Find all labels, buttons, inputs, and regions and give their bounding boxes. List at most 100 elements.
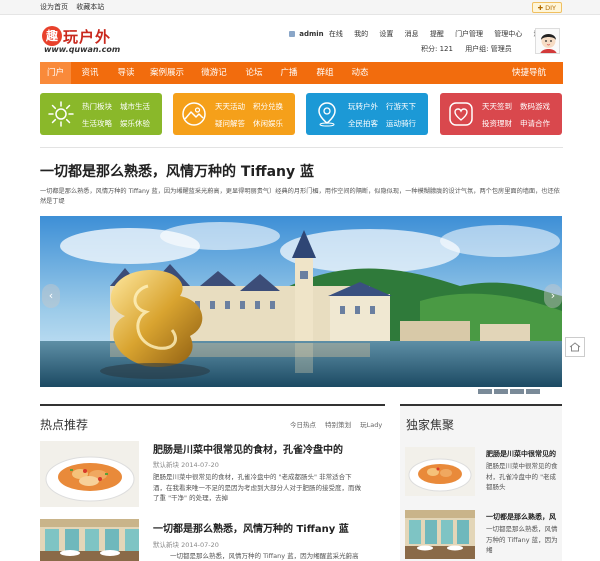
post-excerpt: 一切都是那么熟悉，风情万种的 Tiffany 蓝，因为缃醒蓝采光蔚高 (170, 552, 359, 560)
nav-item-news[interactable]: 资讯 (75, 62, 105, 84)
user-small-avatar-icon (289, 31, 295, 37)
category-link[interactable]: 玩转户外 (348, 101, 378, 112)
side-item-excerpt: 一切都是那么熟悉，风情万种的 Tiffany 蓝，因为缃 (486, 525, 558, 554)
user-points[interactable]: 积分: 121 (421, 45, 453, 53)
slider-prev-button[interactable]: ‹ (42, 284, 60, 308)
side-item-title[interactable]: 肥肠是川菜中很常见的 (486, 449, 556, 459)
username-link[interactable]: admin (299, 30, 323, 38)
category-link[interactable]: 热门板块 (82, 101, 112, 112)
side-thumbnail[interactable] (405, 447, 475, 496)
hot-tabs: 今日热点 特别策划 玩Lady (290, 419, 389, 429)
chevron-right-icon: › (550, 289, 556, 302)
slider-next-button[interactable]: › (544, 284, 562, 308)
category-link[interactable]: 申请合作 (520, 118, 550, 129)
side-item-title[interactable]: 一切都是那么熟悉，风 (486, 512, 556, 522)
bookmark-link[interactable]: 收藏本站 (76, 3, 104, 11)
logo-mark: 趣 (42, 26, 62, 46)
slider-dot[interactable] (478, 389, 492, 394)
hot-section-header: 热点推荐 (40, 404, 385, 432)
set-home-link[interactable]: 设为首页 (40, 3, 68, 11)
nav-item-forum[interactable]: 论坛 (239, 62, 269, 84)
category-box-2: 天天活动 积分兑换 疑问解答 休闲娱乐 (173, 93, 295, 135)
category-box-4: 天天签到 数码游戏 投资理财 申请合作 (440, 93, 562, 135)
category-link[interactable]: 生活攻略 (82, 118, 112, 129)
slider-dot[interactable] (510, 389, 524, 394)
category-link[interactable]: 城市生活 (120, 101, 150, 112)
exclusive-panel: 独家焦聚 肥肠是川菜中很常见的 肥肠是川菜中很常见的食材，孔雀冷盘中的 "老成都… (400, 404, 562, 561)
section-divider (40, 147, 563, 148)
food-image (40, 441, 139, 507)
sun-icon (48, 101, 74, 127)
exclusive-title: 独家焦聚 (406, 418, 455, 432)
restaurant-image (405, 510, 475, 559)
top-bar: 设为首页 收藏本站 ✚ DIY (0, 0, 600, 15)
home-icon (569, 342, 581, 352)
category-box-1: 热门板块 城市生活 生活攻略 娱乐休验 (40, 93, 162, 135)
slider-dot[interactable] (526, 389, 540, 394)
user-menu-reminders[interactable]: 提醒 (430, 30, 444, 38)
user-menu-messages[interactable]: 消息 (405, 30, 419, 38)
heart-icon (449, 102, 473, 126)
category-link[interactable]: 休闲娱乐 (253, 118, 283, 129)
tab-today-hot[interactable]: 今日热点 (290, 421, 316, 429)
site-logo[interactable]: 趣 玩户外 www.quwan.com (42, 26, 128, 54)
user-menu-portal-admin[interactable]: 门户管理 (455, 30, 483, 38)
diy-button[interactable]: ✚ DIY (531, 2, 562, 13)
category-link[interactable]: 天天签到 (482, 101, 512, 112)
restaurant-image (40, 519, 139, 561)
avatar-icon (536, 29, 559, 53)
tab-special[interactable]: 特别策划 (325, 421, 351, 429)
banner-slider[interactable] (40, 216, 562, 387)
tab-lady[interactable]: 玩Lady (360, 421, 382, 429)
nav-item-portal[interactable]: 门户 (40, 62, 71, 84)
slider-dots (462, 379, 542, 398)
category-link[interactable]: 运动骑行 (386, 118, 416, 129)
slider-dot[interactable] (462, 389, 476, 394)
side-thumbnail[interactable] (405, 510, 475, 559)
post-meta: 默认新块 2014-07-20 (153, 541, 219, 549)
post-meta: 默认新块 2014-07-20 (153, 461, 219, 469)
article-summary: 一切都是那么熟悉，风情万种的 Tiffany 蓝，因为缃醒蓝采光蔚高，更显得明丽… (40, 188, 560, 205)
online-status: 在线 (328, 30, 343, 38)
nav-item-broadcast[interactable]: 广播 (274, 62, 304, 84)
user-menu-my[interactable]: 我的 (354, 30, 368, 38)
logo-url: www.quwan.com (44, 45, 121, 54)
location-pin-icon (318, 102, 336, 127)
landscape-icon (182, 102, 206, 126)
chevron-left-icon: ‹ (48, 289, 54, 302)
article-title[interactable]: 一切都是那么熟悉，风情万种的 Tiffany 蓝 (40, 161, 314, 181)
slider-dot[interactable] (494, 389, 508, 394)
category-link[interactable]: 数码游戏 (520, 101, 550, 112)
category-link[interactable]: 积分兑换 (253, 101, 283, 112)
diy-label: DIY (545, 4, 556, 12)
user-stats: 积分: 121 用户组: 管理员 (421, 44, 522, 54)
nav-item-feed[interactable]: 动态 (345, 62, 375, 84)
logo-name: 玩户外 (63, 28, 112, 46)
user-menu-settings[interactable]: 设置 (379, 30, 393, 38)
nav-item-guide[interactable]: 导读 (111, 62, 141, 84)
post-title[interactable]: 肥肠是川菜中很常见的食材，孔雀冷盘中的 (153, 441, 343, 456)
nav-item-groups[interactable]: 群组 (310, 62, 340, 84)
category-link[interactable]: 全民拍客 (348, 118, 378, 129)
post-excerpt: 肥肠是川菜中很常见的食材，孔雀冷盘中的 "老成都肠头" 非常适合下酒，在我看来唯… (153, 473, 361, 502)
category-link[interactable]: 娱乐休验 (120, 118, 150, 129)
user-menu-admin-center[interactable]: 管理中心 (494, 30, 522, 38)
user-group[interactable]: 用户组: 管理员 (465, 45, 512, 53)
category-link[interactable]: 行游天下 (386, 101, 416, 112)
avatar[interactable] (535, 28, 560, 54)
side-item-excerpt: 肥肠是川菜中很常见的食材，孔雀冷盘中的 "老成都肠头 (486, 462, 558, 491)
post-thumbnail[interactable] (40, 519, 139, 561)
nav-item-cases[interactable]: 案例展示 (146, 62, 188, 84)
category-link[interactable]: 天天活动 (215, 101, 245, 112)
quick-nav-button[interactable]: 快捷导航 (504, 62, 554, 84)
nav-item-microtravel[interactable]: 微游记 (195, 62, 233, 84)
category-link[interactable]: 投资理财 (482, 118, 512, 129)
category-link[interactable]: 疑问解答 (215, 118, 245, 129)
back-to-top-button[interactable] (565, 337, 585, 357)
category-box-3: 玩转户外 行游天下 全民拍客 运动骑行 (306, 93, 428, 135)
post-title[interactable]: 一切都是那么熟悉，风情万种的 Tiffany 蓝 (153, 520, 349, 535)
hot-section-title: 热点推荐 (40, 418, 89, 432)
post-thumbnail[interactable] (40, 441, 139, 507)
main-nav: 门户 资讯 导读 案例展示 微游记 论坛 广播 群组 动态 快捷导航 (40, 62, 563, 84)
banner-image (40, 216, 562, 387)
